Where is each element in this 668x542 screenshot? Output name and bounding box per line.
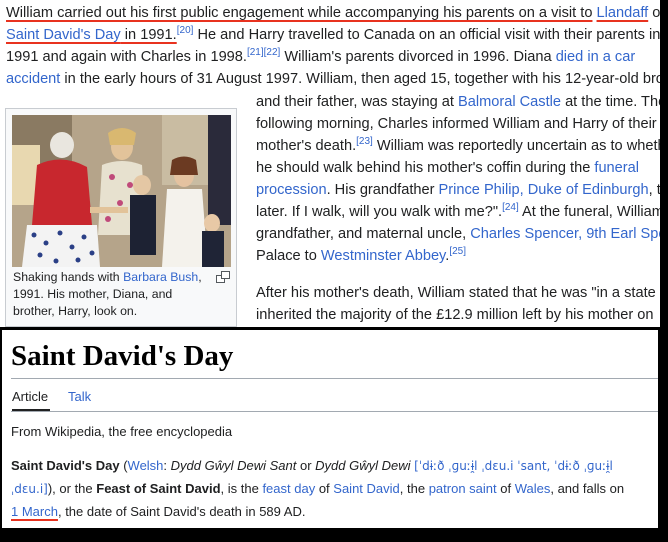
text: inherited the majority of the £12.9 mill… [256,307,654,323]
link-balmoral-castle[interactable]: Balmoral Castle [458,94,561,110]
text: , and falls on [550,481,625,496]
page-title: Saint David's Day [11,340,234,372]
text-line: he should walk behind his mother's coffi… [256,157,639,179]
text: and their father, was staying at [256,94,458,110]
thumbnail-caption: Shaking hands with Barbara Bush, 1991. H… [13,269,213,320]
link-saint-david[interactable]: Saint David [333,481,399,496]
text-line: accident in the early hours of 31 August… [6,68,668,90]
text-line: inherited the majority of the £12.9 mill… [256,304,653,326]
site-tagline: From Wikipedia, the free encyclopedia [11,424,233,439]
text-line: After his mother's death, William stated… [256,282,668,304]
text-line: later. If I walk, will you walk with me?… [256,201,664,223]
text: , to [648,182,668,198]
text-line: 1991 and again with Charles in 1998.[21]… [6,46,635,68]
text: ), or the [47,481,97,496]
thumbnail-figure: Shaking hands with Barbara Bush, 1991. H… [5,108,237,327]
text: William's parents divorced in 1996. Dian… [280,49,556,65]
wikipedia-article-saint-davids-day: Saint David's Day Article Talk From Wiki… [2,330,658,528]
citation-22[interactable]: [22] [264,47,281,58]
citation-21[interactable]: [21] [247,47,264,58]
tab-article[interactable]: Article [12,387,48,407]
link-barbara-bush[interactable]: Barbara Bush [123,270,198,284]
text-line: Saint David's Day (Welsh: Dydd Gŵyl Dewi… [11,455,613,477]
photo-handshake[interactable] [12,115,231,267]
divider [11,411,658,412]
text-line: 1 March, the date of Saint David's death… [11,501,305,523]
link-welsh[interactable]: Welsh [128,458,164,473]
text: At the funeral, William [518,204,664,220]
link-wales[interactable]: Wales [515,481,551,496]
text: . His grandfather [326,182,439,198]
text: in the early hours of 31 August 1997. Wi… [60,71,668,87]
bold-term: Saint David's Day [11,458,120,473]
link-patron-saint[interactable]: patron saint [429,481,497,496]
welsh-name: Dydd Gŵyl Dewi Sant [170,458,297,473]
text: Palace to [256,248,321,264]
text: on [648,5,668,21]
link-funeral[interactable]: funeral [594,160,639,176]
text-line: grandfather, and maternal uncle, Charles… [256,223,660,245]
text: 1991 and again with Charles in 1998. [6,49,247,65]
link-saint-davids-day[interactable]: Saint David's Day [6,27,121,43]
text: grandfather, and maternal uncle, [256,226,471,242]
welsh-name-short: Dydd Gŵyl Dewi [315,458,411,473]
link-death-car-accident-2[interactable]: accident [6,71,60,87]
text: , is the [220,481,263,496]
link-feast-day[interactable]: feast day [262,481,315,496]
text: later. If I walk, will you walk with me?… [256,204,503,220]
link-westminster-abbey[interactable]: Westminster Abbey [321,248,445,264]
text: William was reportedly uncertain as to w… [372,138,666,154]
text: of [315,481,334,496]
tab-talk[interactable]: Talk [68,387,91,407]
text: After his mother's death, William stated… [256,285,668,301]
wikipedia-excerpt-william: William carried out his first public eng… [0,0,668,327]
text: , the [399,481,429,496]
text-line: procession. His grandfather Prince Phili… [256,179,668,201]
citation-24[interactable]: [24] [502,202,519,213]
enlarge-icon[interactable] [216,271,230,283]
link-charles-spencer[interactable]: Charles Spencer, 9th Earl Spe [470,226,660,242]
text: or [296,458,316,473]
text-line: ˌdɛu.i]), or the Feast of Saint David, i… [11,478,624,500]
text: following morning, Charles informed Will… [256,116,657,132]
text-line: Saint David's Day in 1991.[20] He and Ha… [6,24,660,46]
text: he should walk behind his mother's coffi… [256,160,595,176]
highlighted-text: in 1991. [120,27,177,43]
caption-text: Shaking hands with [13,270,124,284]
text: ( [119,458,128,473]
citation-25[interactable]: [25] [449,246,466,257]
link-llandaff[interactable]: Llandaff [597,5,649,21]
divider [11,378,658,379]
text: : [163,458,171,473]
photo-illustration [12,115,231,267]
text-line: following morning, Charles informed Will… [256,113,657,135]
citation-20[interactable]: [20] [177,25,194,36]
ipa-pronunciation[interactable]: [ˈdɨːð ˌɡuːɨ̯l ˌdɛu.i ˈsant, ˈdɨːð ˌɡuːɨ… [414,459,613,473]
citation-23[interactable]: [23] [356,136,373,147]
ipa-pronunciation-cont[interactable]: ˌdɛu.i] [11,482,48,496]
text: of [496,481,515,496]
text: , the date of Saint David's death in 589… [57,504,306,519]
text-line: mother's death.[23] William was reported… [256,135,666,157]
text: at the time. The [561,94,667,110]
bold-term: Feast of Saint David [96,481,221,496]
text: He and Harry travelled to Canada on an o… [193,27,661,43]
text-line: William carried out his first public eng… [6,2,668,24]
text-line: and their father, was staying at Balmora… [256,91,667,113]
text: mother's death. [256,138,357,154]
text-line: Palace to Westminster Abbey.[25] [256,245,466,267]
highlighted-text: William carried out his first public eng… [6,5,593,21]
link-1-march[interactable]: 1 March [11,504,58,519]
link-funeral-procession[interactable]: procession [256,182,327,198]
link-death-car-accident[interactable]: died in a car [556,49,636,65]
link-prince-philip[interactable]: Prince Philip, Duke of Edinburgh [439,182,649,198]
